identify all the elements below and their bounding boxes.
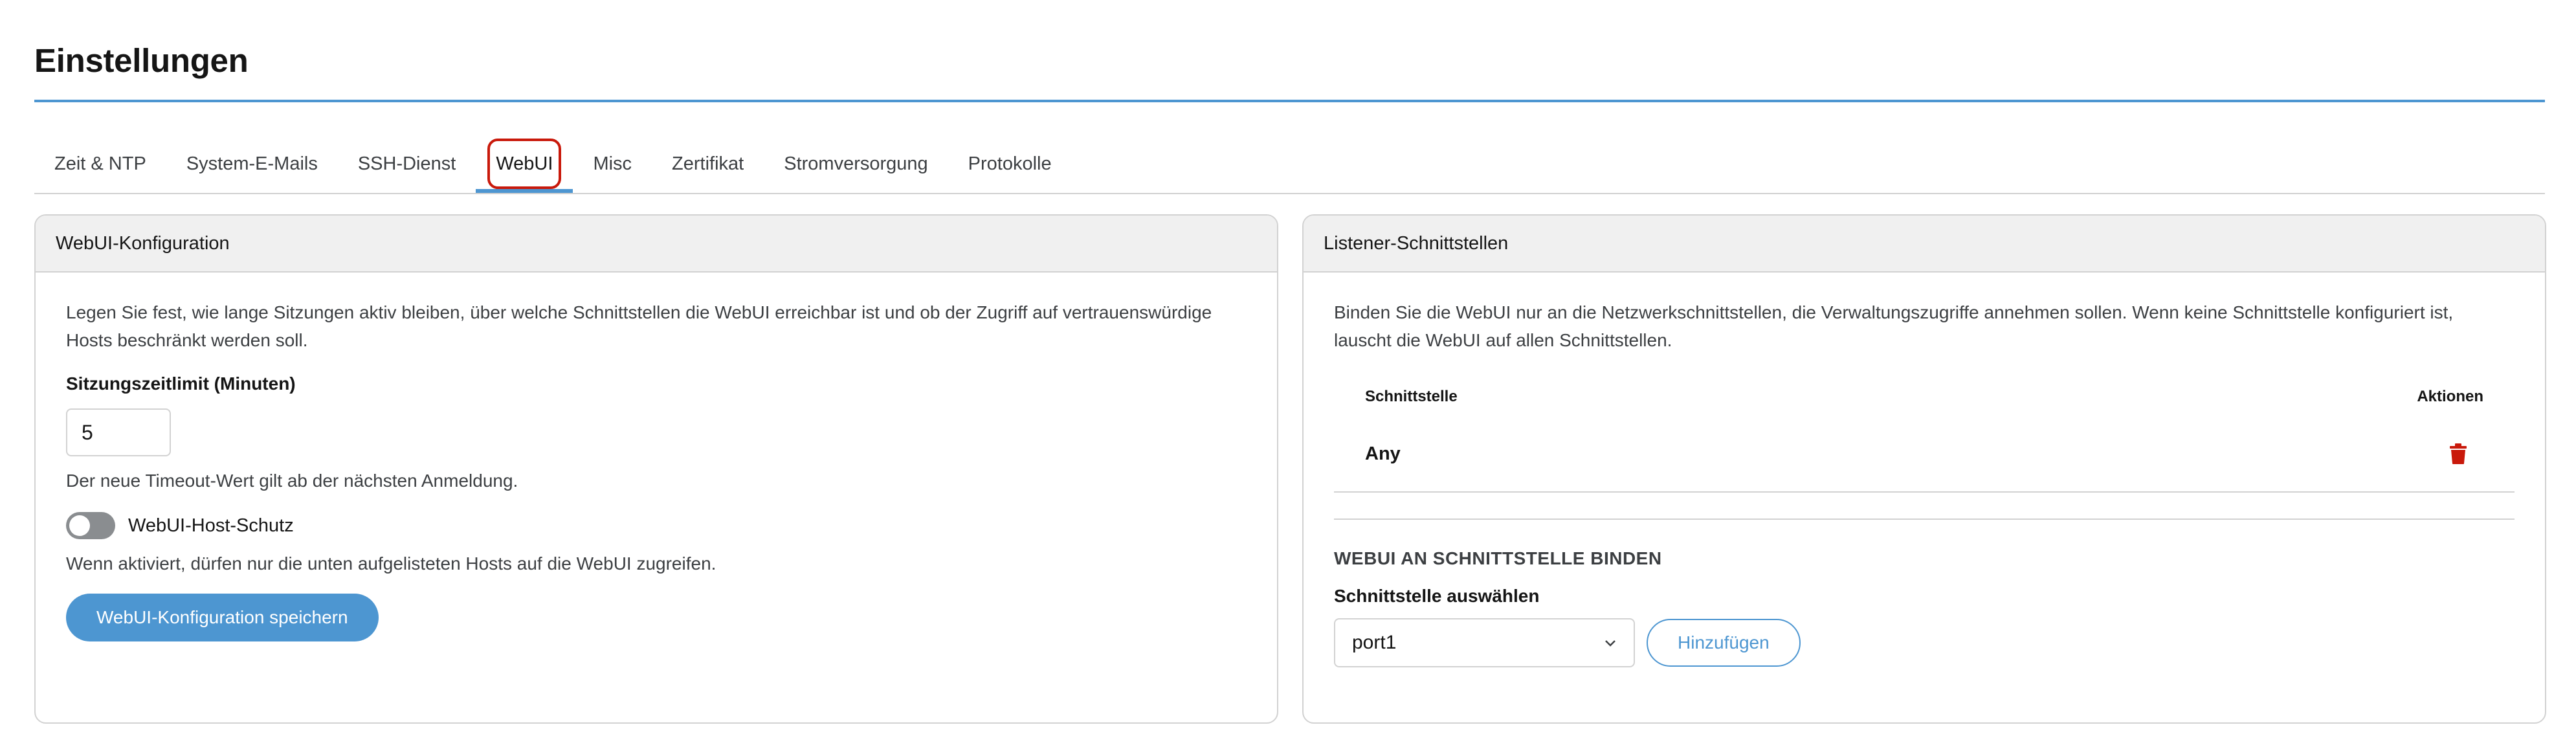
toggle-knob [69,515,90,536]
card-title: Listener-Schnittstellen [1304,216,2545,273]
settings-page: Einstellungen Zeit & NTP System-E-Mails … [0,0,2576,747]
trash-icon[interactable] [2448,443,2468,465]
host-protection-row: WebUI-Host-Schutz [66,512,1247,539]
select-interface-label: Schnittstelle auswählen [1334,586,1540,606]
card-description: Legen Sie fest, wie lange Sitzungen akti… [66,302,1212,350]
host-protection-label: WebUI-Host-Schutz [128,515,294,536]
tab-webui[interactable]: WebUI [476,136,573,193]
timeout-helper-text: Der neue Timeout-Wert gilt ab der nächst… [66,471,518,491]
column-header-actions: Aktionen [2417,388,2483,405]
webui-config-card: WebUI-Konfiguration Legen Sie fest, wie … [34,214,1278,724]
tab-label: Zeit & NTP [54,153,146,174]
tab-zeit-ntp[interactable]: Zeit & NTP [34,136,166,192]
tab-label: Misc [593,153,632,174]
column-header-interface: Schnittstelle [1365,388,1458,405]
tab-protokolle[interactable]: Protokolle [948,136,1072,192]
interface-cell: Any [1365,443,1401,464]
host-protection-helper-text: Wenn aktiviert, dürfen nur die unten auf… [66,553,716,574]
tab-label: System-E-Mails [186,153,318,174]
tab-label: Stromversorgung [784,153,928,174]
tab-zertifikat[interactable]: Zertifikat [652,136,764,192]
tab-label: Protokolle [968,153,1052,174]
interface-select[interactable]: port1 [1334,618,1635,667]
tab-system-emails[interactable]: System-E-Mails [166,136,338,192]
card-title: WebUI-Konfiguration [36,216,1277,273]
select-value: port1 [1352,632,1397,653]
timeout-input[interactable] [66,408,171,456]
interface-table: Schnittstelle Aktionen Any [1334,377,2515,493]
table-row: Any [1334,416,2515,493]
tab-stromversorgung[interactable]: Stromversorgung [764,136,948,192]
tab-misc[interactable]: Misc [573,136,652,192]
host-protection-toggle[interactable] [66,512,115,539]
page-title: Einstellungen [34,42,249,79]
chevron-down-icon [1605,640,1616,647]
title-divider [34,100,2545,102]
add-interface-button[interactable]: Hinzufügen [1647,619,1801,667]
listener-interfaces-card: Listener-Schnittstellen Binden Sie die W… [1302,214,2546,724]
card-description: Binden Sie die WebUI nur an die Netzwerk… [1334,302,2454,350]
timeout-label: Sitzungszeitlimit (Minuten) [66,374,296,394]
tab-label: Zertifikat [672,153,744,174]
tab-label: SSH-Dienst [357,153,456,174]
focus-ring [487,139,562,189]
table-header-row: Schnittstelle Aktionen [1334,377,2515,416]
bind-row: port1 Hinzufügen [1334,618,2515,667]
save-webui-config-button[interactable]: WebUI-Konfiguration speichern [66,594,379,641]
section-divider [1334,518,2515,520]
tab-ssh-dienst[interactable]: SSH-Dienst [338,136,476,192]
bind-section-title: WEBUI AN SCHNITTSTELLE BINDEN [1334,548,1662,568]
settings-tabs: Zeit & NTP System-E-Mails SSH-Dienst Web… [34,136,2545,194]
